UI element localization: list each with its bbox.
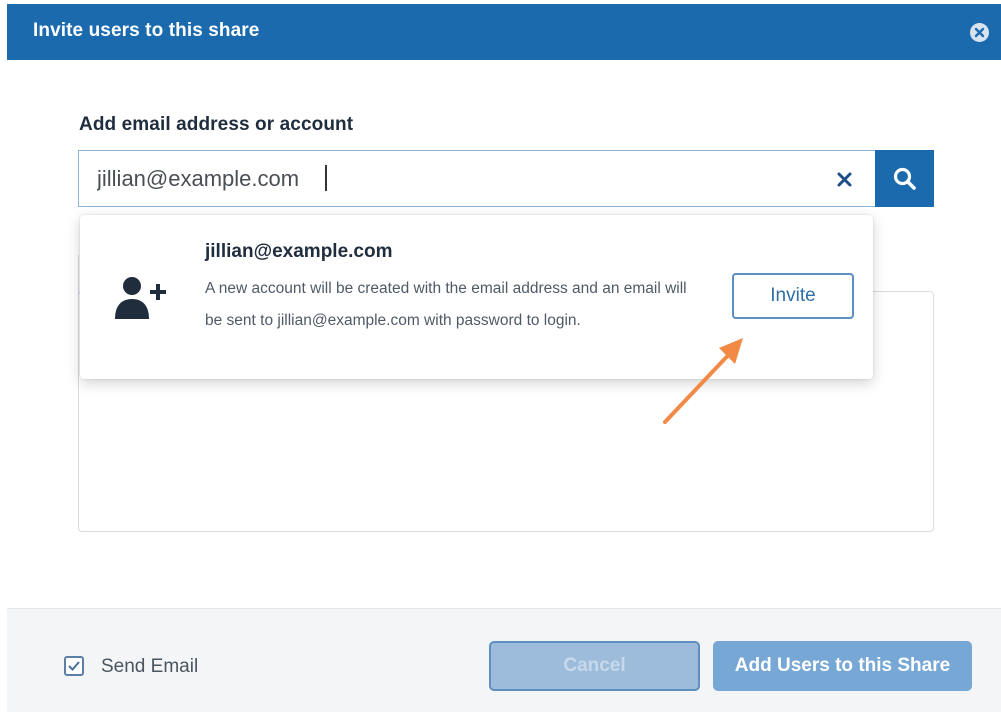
text-caret <box>325 165 327 191</box>
dialog-header: Invite users to this share <box>7 4 1001 60</box>
send-email-checkbox[interactable] <box>64 656 84 676</box>
user-add-icon <box>114 275 172 323</box>
add-users-button[interactable]: Add Users to this Share <box>713 641 972 691</box>
search-button[interactable] <box>875 150 934 207</box>
clear-x-icon[interactable] <box>834 169 856 191</box>
search-icon <box>893 167 916 190</box>
invite-users-dialog: Invite users to this share Add email add… <box>0 0 1001 712</box>
close-icon[interactable] <box>970 23 989 42</box>
annotation-arrow-icon <box>663 338 743 424</box>
cancel-button[interactable]: Cancel <box>489 641 700 691</box>
dialog-footer: Send Email Cancel Add Users to this Shar… <box>7 608 1001 712</box>
invite-button[interactable]: Invite <box>732 273 854 319</box>
search-field-label: Add email address or account <box>79 114 354 135</box>
send-email-label[interactable]: Send Email <box>101 656 198 678</box>
search-input[interactable] <box>97 163 817 195</box>
suggestion-description: A new account will be created with the e… <box>205 280 687 329</box>
checkmark-icon <box>68 661 80 671</box>
dialog-title: Invite users to this share <box>33 20 260 41</box>
suggestion-email: jillian@example.com <box>205 241 393 262</box>
list-box-edge <box>78 255 79 295</box>
search-field-container <box>78 150 875 207</box>
